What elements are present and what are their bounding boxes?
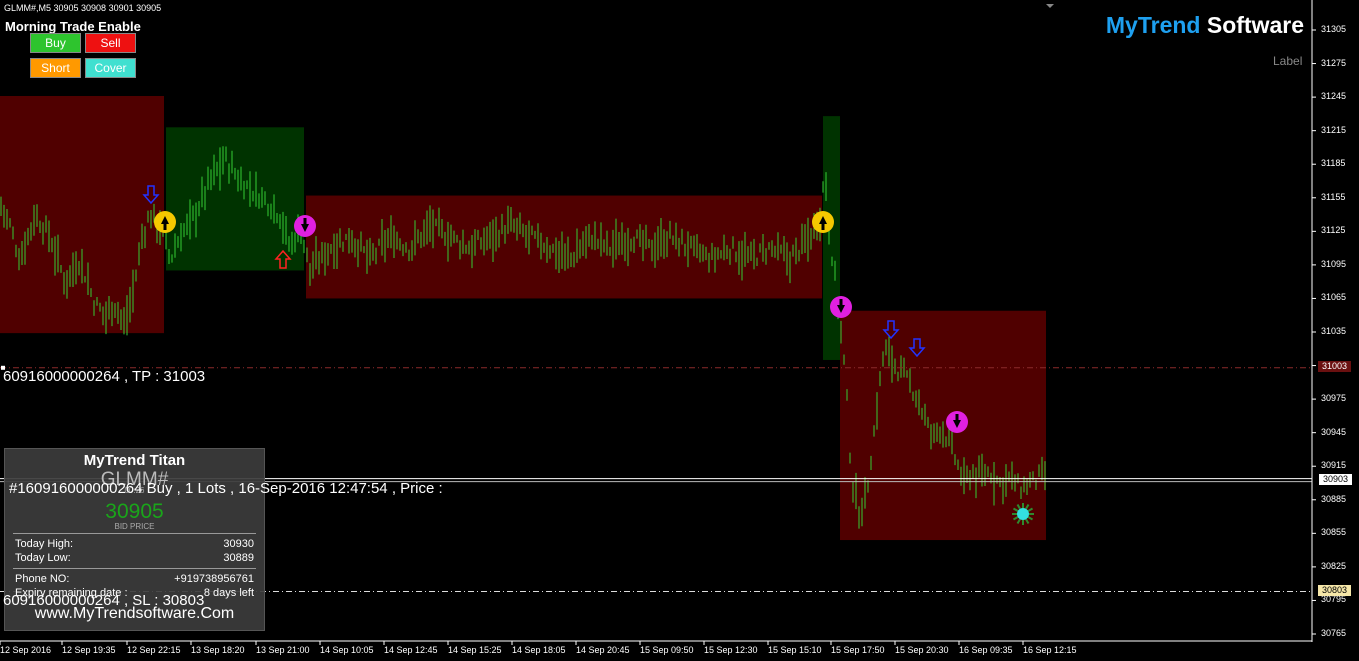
chart-label: Label xyxy=(1273,54,1303,68)
x-tick-label: 14 Sep 20:45 xyxy=(576,645,630,655)
sell-signal-icon xyxy=(946,411,968,433)
x-tick-label: 12 Sep 22:15 xyxy=(127,645,181,655)
buy-zone-box xyxy=(166,127,304,271)
y-tick-label: 31275 xyxy=(1321,57,1347,68)
buy-signal-icon xyxy=(812,211,834,233)
phone-value: +919738956761 xyxy=(174,573,254,585)
x-tick-label: 14 Sep 12:45 xyxy=(384,645,438,655)
today-high-row: Today High: 30930 xyxy=(15,538,254,550)
y-tick-label: 30825 xyxy=(1321,560,1347,571)
y-tick-label: 31125 xyxy=(1321,225,1346,236)
y-tick-label: 31215 xyxy=(1321,124,1347,135)
y-tick-label: 31185 xyxy=(1321,158,1346,169)
sell-zone-box xyxy=(0,95,164,334)
sell-signal-icon xyxy=(294,215,316,237)
x-tick-label: 12 Sep 19:35 xyxy=(62,645,116,655)
y-tick-label: 31155 xyxy=(1321,191,1346,202)
short-button[interactable]: Short xyxy=(30,58,81,78)
x-tick-label: 13 Sep 21:00 xyxy=(256,645,310,655)
x-tick-label: 14 Sep 10:05 xyxy=(320,645,374,655)
phone-label: Phone NO: xyxy=(15,573,70,585)
panel-divider xyxy=(13,568,256,569)
x-tick-label: 12 Sep 2016 xyxy=(0,645,52,655)
x-tick-label: 14 Sep 18:05 xyxy=(512,645,566,655)
order-line-text: #160916000000264 Buy , 1 Lots , 16-Sep-2… xyxy=(9,480,443,497)
x-tick-label: 13 Sep 18:20 xyxy=(191,645,245,655)
brand-logo: MyTrend Software xyxy=(1106,12,1304,39)
y-tick-label: 30975 xyxy=(1321,393,1347,404)
y-tick-label: 31095 xyxy=(1321,258,1347,269)
y-tick-label: 30915 xyxy=(1321,460,1347,471)
sl-line-text: 60916000000264 , SL : 30803 xyxy=(3,592,205,609)
x-tick-label: 15 Sep 09:50 xyxy=(640,645,694,655)
panel-bid-price: 30905 xyxy=(105,500,164,523)
x-tick-label: 16 Sep 12:15 xyxy=(1023,645,1077,655)
tp-line-text: 60916000000264 , TP : 31003 xyxy=(3,368,206,385)
y-tick-label: 30765 xyxy=(1321,628,1347,638)
today-low-row: Today Low: 30889 xyxy=(15,552,254,564)
y-tick-label: 31065 xyxy=(1321,292,1347,303)
mode-label: Morning Trade Enable xyxy=(5,19,141,34)
panel-title: MyTrend Titan xyxy=(83,452,186,469)
current-price-label: 30903 xyxy=(1318,473,1353,486)
phone-row: Phone NO: +919738956761 xyxy=(15,573,254,585)
today-low-value: 30889 xyxy=(223,552,254,564)
symbol-info: GLMM#,M5 30905 30908 30901 30905 xyxy=(4,3,162,13)
buy-button[interactable]: Buy xyxy=(30,33,81,53)
y-tick-label: 30885 xyxy=(1321,493,1347,504)
sell-signal-icon xyxy=(830,296,852,318)
buy-zone-box xyxy=(823,116,840,360)
sun-core xyxy=(1017,508,1029,520)
panel-divider xyxy=(13,533,256,534)
y-tick-label: 31305 xyxy=(1321,24,1347,34)
trading-chart-window[interactable]: GLMM#,M5 30905 30908 30901 30905 Morning… xyxy=(0,0,1359,661)
brand-part2: Software xyxy=(1206,12,1304,38)
panel-bid-label: BID PRICE xyxy=(114,522,155,531)
today-high-value: 30930 xyxy=(223,538,254,550)
x-tick-label: 15 Sep 12:30 xyxy=(704,645,758,655)
tp-price-label: 31003 xyxy=(1318,361,1351,372)
y-tick-label: 30855 xyxy=(1321,527,1347,538)
y-tick-label: 30945 xyxy=(1321,426,1347,437)
y-tick-label: 31245 xyxy=(1321,91,1347,102)
expiry-value: 8 days left xyxy=(203,587,254,599)
today-low-label: Today Low: xyxy=(15,552,71,564)
brand-part1: MyTrend xyxy=(1105,12,1201,38)
cover-button[interactable]: Cover xyxy=(85,58,136,78)
y-tick-label: 31035 xyxy=(1321,326,1347,336)
x-tick-label: 15 Sep 20:30 xyxy=(895,645,949,655)
sell-button[interactable]: Sell xyxy=(85,33,136,53)
x-tick-label: 14 Sep 15:25 xyxy=(448,645,502,655)
x-tick-label: 16 Sep 09:35 xyxy=(959,645,1013,655)
shift-marker-icon xyxy=(1046,4,1054,8)
x-tick-label: 15 Sep 17:50 xyxy=(831,645,885,655)
today-high-label: Today High: xyxy=(15,538,74,550)
buy-signal-icon xyxy=(154,211,176,233)
x-tick-label: 15 Sep 15:10 xyxy=(768,645,822,655)
sl-price-label: 30803 xyxy=(1318,585,1351,596)
